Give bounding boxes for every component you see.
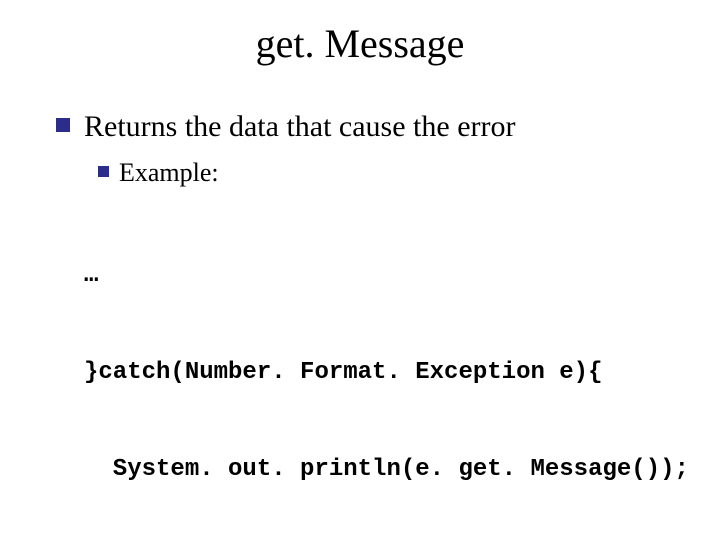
code-line: System. out. println(e. get. Message()); <box>84 454 680 486</box>
page-title: get. Message <box>0 20 720 67</box>
code-line: … <box>84 260 680 292</box>
slide: get. Message Returns the data that cause… <box>0 0 720 540</box>
code-block: … }catch(Number. Format. Exception e){ S… <box>84 195 680 540</box>
slide-body: Returns the data that cause the error Ex… <box>56 108 680 540</box>
square-bullet-icon <box>56 118 70 132</box>
bullet-text-1: Returns the data that cause the error <box>84 108 515 146</box>
bullet-text-2: Example: <box>119 156 219 190</box>
square-bullet-icon <box>98 166 109 177</box>
code-line: }catch(Number. Format. Exception e){ <box>84 357 680 389</box>
bullet-row-2: Example: <box>98 156 680 190</box>
bullet-row-1: Returns the data that cause the error <box>56 108 680 146</box>
